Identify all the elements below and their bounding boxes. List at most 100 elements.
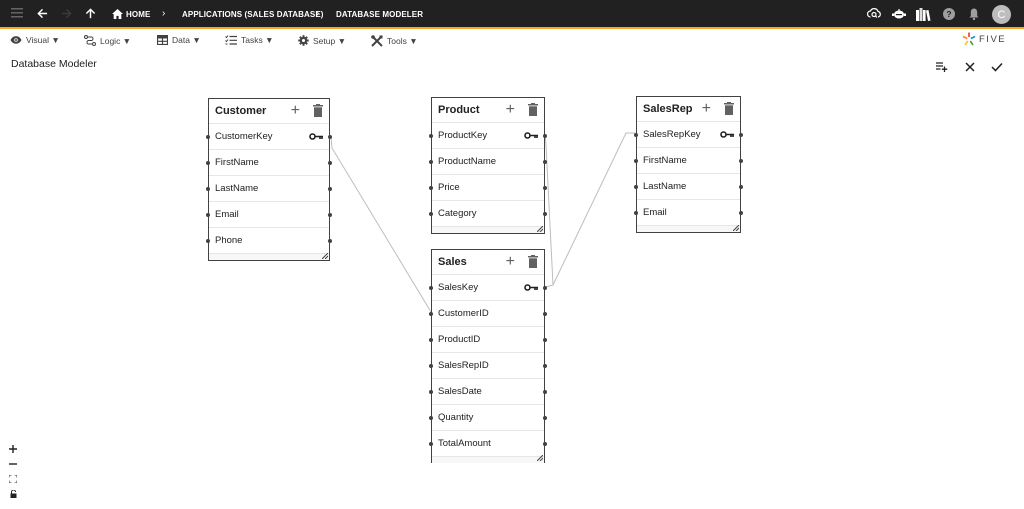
- connection-port[interactable]: [634, 184, 638, 189]
- field-row[interactable]: CustomerKey: [206, 124, 332, 150]
- delete-table-button[interactable]: [528, 103, 538, 121]
- connection-port[interactable]: [543, 285, 547, 290]
- connection-port[interactable]: [634, 132, 638, 137]
- resize-handle-icon[interactable]: [537, 226, 543, 232]
- connection-port[interactable]: [206, 134, 210, 139]
- connection-port[interactable]: [206, 212, 210, 217]
- fit-view-button[interactable]: [6, 472, 20, 486]
- menu-tasks[interactable]: Tasks ▼: [225, 35, 274, 45]
- connection-port[interactable]: [543, 133, 547, 138]
- bell-icon[interactable]: [969, 8, 979, 20]
- add-table-button[interactable]: [936, 59, 948, 77]
- forward-arrow-icon[interactable]: [61, 8, 72, 19]
- connection-port[interactable]: [429, 415, 433, 420]
- connection-port[interactable]: [543, 389, 547, 394]
- table-header[interactable]: Customer +: [209, 99, 329, 124]
- confirm-button[interactable]: [991, 59, 1003, 77]
- connection-port[interactable]: [543, 441, 547, 446]
- help-icon[interactable]: ?: [943, 8, 955, 20]
- cloud-search-icon[interactable]: [867, 7, 881, 20]
- zoom-out-button[interactable]: [6, 457, 20, 471]
- menu-setup[interactable]: Setup ▼: [298, 35, 346, 46]
- relationship-product-sales[interactable]: [544, 133, 554, 288]
- field-row[interactable]: ProductKey: [429, 123, 547, 149]
- lock-button[interactable]: [6, 487, 20, 501]
- connection-port[interactable]: [429, 311, 433, 316]
- back-arrow-icon[interactable]: [37, 8, 48, 19]
- field-row[interactable]: Email: [634, 200, 743, 226]
- robot-icon[interactable]: [892, 9, 906, 19]
- menu-data[interactable]: Data ▼: [157, 35, 201, 45]
- connection-port[interactable]: [429, 185, 433, 190]
- table-header[interactable]: SalesRep +: [637, 97, 740, 122]
- field-row[interactable]: ProductName: [429, 149, 547, 175]
- field-row[interactable]: SalesRepID: [429, 353, 547, 379]
- add-field-button[interactable]: +: [506, 102, 515, 118]
- table-product[interactable]: Product + ProductKey ProductName Price C…: [429, 97, 547, 234]
- table-salesrep[interactable]: SalesRep + SalesRepKey FirstName LastNam…: [634, 96, 743, 233]
- connection-port[interactable]: [543, 185, 547, 190]
- connection-port[interactable]: [206, 238, 210, 243]
- menu-logic[interactable]: Logic ▼: [84, 35, 131, 46]
- field-row[interactable]: SalesRepKey: [634, 122, 743, 148]
- connection-port[interactable]: [739, 158, 743, 163]
- up-arrow-icon[interactable]: [85, 8, 96, 19]
- home-icon[interactable]: [112, 9, 123, 19]
- field-row[interactable]: Phone: [206, 228, 332, 254]
- connection-port[interactable]: [739, 132, 743, 137]
- field-row[interactable]: FirstName: [206, 150, 332, 176]
- breadcrumb-applications[interactable]: APPLICATIONS (SALES DATABASE): [182, 10, 324, 19]
- menu-visual[interactable]: Visual ▼: [10, 35, 60, 45]
- add-field-button[interactable]: +: [506, 254, 515, 270]
- connection-port[interactable]: [739, 210, 743, 215]
- table-header[interactable]: Product +: [432, 98, 544, 123]
- connection-port[interactable]: [429, 441, 433, 446]
- avatar[interactable]: C: [992, 5, 1011, 24]
- field-row[interactable]: CustomerID: [429, 301, 547, 327]
- connection-port[interactable]: [206, 160, 210, 165]
- library-icon[interactable]: [916, 7, 931, 21]
- connection-port[interactable]: [634, 158, 638, 163]
- field-row[interactable]: Category: [429, 201, 547, 227]
- breadcrumb-home[interactable]: HOME: [126, 10, 150, 19]
- table-sales[interactable]: Sales + SalesKey CustomerID ProductID Sa…: [429, 249, 547, 463]
- connection-port[interactable]: [543, 311, 547, 316]
- field-row[interactable]: TotalAmount: [429, 431, 547, 457]
- field-row[interactable]: FirstName: [634, 148, 743, 174]
- connection-port[interactable]: [634, 210, 638, 215]
- menu-tools[interactable]: Tools ▼: [371, 35, 418, 47]
- connection-port[interactable]: [328, 238, 332, 243]
- connection-port[interactable]: [429, 133, 433, 138]
- connection-port[interactable]: [206, 186, 210, 191]
- table-customer[interactable]: Customer + CustomerKey FirstName LastNam…: [206, 98, 332, 261]
- field-row[interactable]: LastName: [206, 176, 332, 202]
- connection-port[interactable]: [328, 186, 332, 191]
- connection-port[interactable]: [429, 337, 433, 342]
- resize-handle-icon[interactable]: [322, 253, 328, 259]
- connection-port[interactable]: [543, 415, 547, 420]
- field-row[interactable]: Email: [206, 202, 332, 228]
- field-row[interactable]: Price: [429, 175, 547, 201]
- field-row[interactable]: SalesKey: [429, 275, 547, 301]
- close-button[interactable]: [965, 59, 975, 77]
- connection-port[interactable]: [739, 184, 743, 189]
- resize-handle-icon[interactable]: [537, 455, 543, 461]
- add-field-button[interactable]: +: [291, 103, 300, 119]
- relationship-salesrep-sales[interactable]: [552, 132, 635, 286]
- resize-handle-icon[interactable]: [733, 225, 739, 231]
- relationship-customer-sales[interactable]: [330, 135, 432, 313]
- menu-icon[interactable]: [11, 8, 23, 18]
- table-header[interactable]: Sales +: [432, 250, 544, 275]
- field-row[interactable]: Quantity: [429, 405, 547, 431]
- delete-table-button[interactable]: [724, 102, 734, 120]
- connection-port[interactable]: [543, 363, 547, 368]
- connection-port[interactable]: [328, 212, 332, 217]
- connection-port[interactable]: [429, 363, 433, 368]
- connection-port[interactable]: [543, 337, 547, 342]
- connection-port[interactable]: [429, 389, 433, 394]
- connection-port[interactable]: [328, 160, 332, 165]
- delete-table-button[interactable]: [528, 255, 538, 273]
- field-row[interactable]: LastName: [634, 174, 743, 200]
- connection-port[interactable]: [429, 285, 433, 290]
- connection-port[interactable]: [543, 159, 547, 164]
